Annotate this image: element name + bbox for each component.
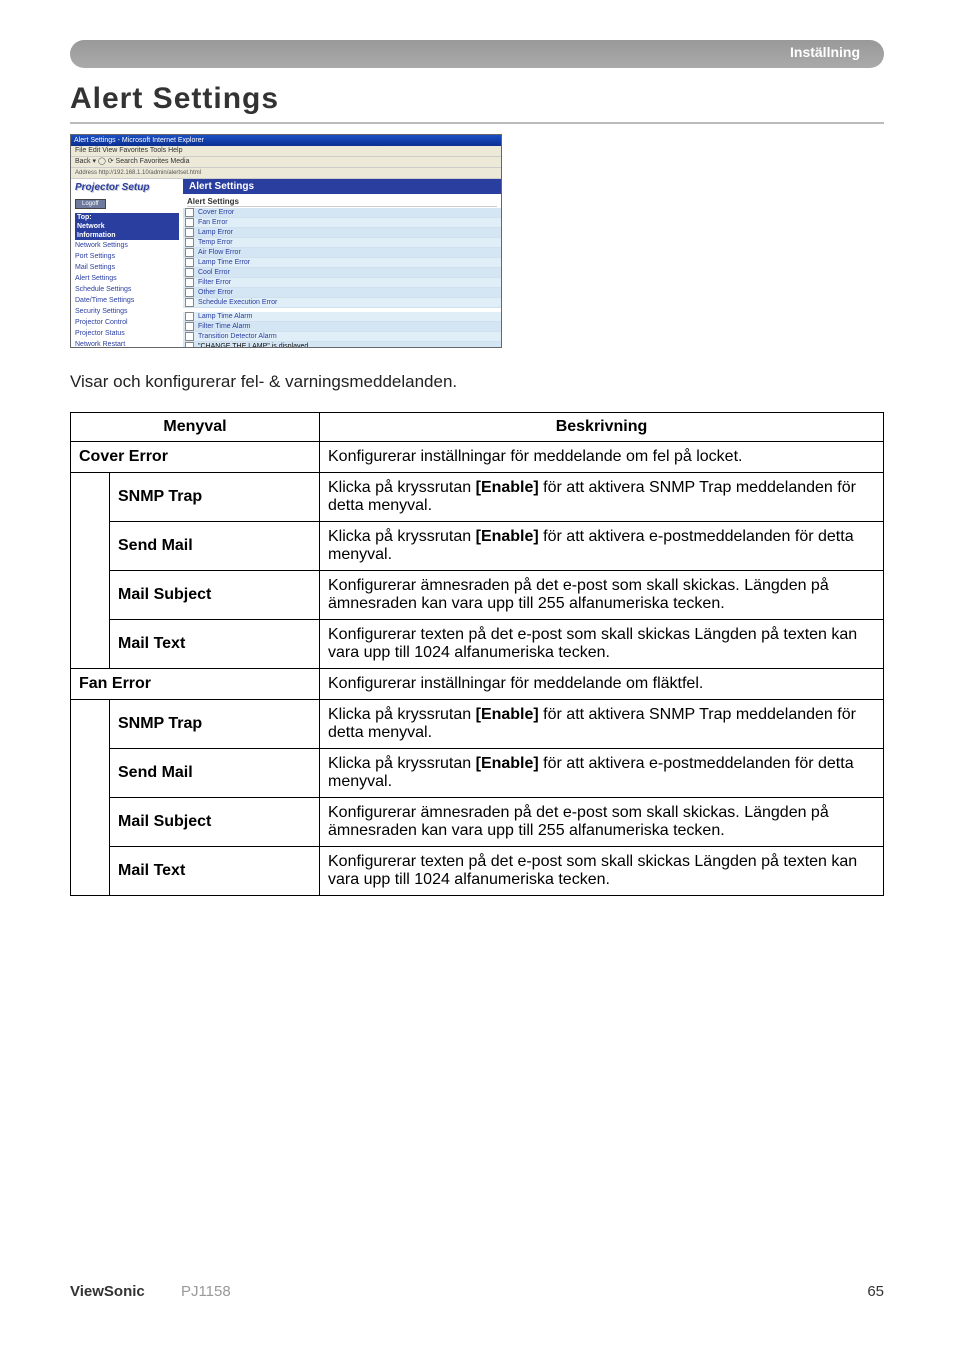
ss-nav-8: Projector Status [75, 328, 179, 339]
mail-subject-label: Mail Subject [110, 571, 320, 620]
mail-subject-desc: Konfigurerar ämnesraden på det e-post so… [320, 571, 884, 620]
footer-page: 65 [867, 1283, 884, 1300]
screenshot-thumbnail: Alert Settings - Microsoft Internet Expl… [70, 134, 502, 348]
ss-r: Schedule Execution Error [198, 299, 277, 306]
ss-r: Temp Error [198, 239, 233, 246]
mail-text-label: Mail Text [110, 620, 320, 669]
ss-r: Other Error [198, 289, 233, 296]
footer-brand: ViewSonic [70, 1283, 145, 1300]
fan-error-label: Fan Error [71, 669, 320, 700]
snmp-trap-label-2: SNMP Trap [110, 700, 320, 749]
mail-text-desc-2: Konfigurerar texten på det e-post som sk… [320, 847, 884, 896]
ss-setup-title: Projector Setup [75, 182, 179, 193]
ss-window-title: Alert Settings - Microsoft Internet Expl… [71, 135, 501, 146]
ss-logoff: Logoff [75, 199, 106, 209]
ss-nav-6: Security Settings [75, 306, 179, 317]
ss-r: Lamp Time Error [198, 259, 250, 266]
snmp-trap-label: SNMP Trap [110, 473, 320, 522]
intro-text: Visar och konfigurerar fel- & varningsme… [70, 372, 884, 392]
ss-nav-4: Schedule Settings [75, 284, 179, 295]
send-mail-label-2: Send Mail [110, 749, 320, 798]
ss-tab-info: Information [75, 231, 179, 240]
header-tag: Inställning [790, 44, 860, 60]
ss-r: Filter Time Alarm [198, 323, 251, 330]
mail-subject-desc-2: Konfigurerar ämnesraden på det e-post so… [320, 798, 884, 847]
ss-r: Filter Error [198, 279, 231, 286]
footer-model: PJ1158 [181, 1283, 231, 1300]
ss-r: Transition Detector Alarm [198, 333, 277, 340]
mail-subject-label-2: Mail Subject [110, 798, 320, 847]
ss-nav-2: Mail Settings [75, 262, 179, 273]
ss-nav-9: Network Restart [75, 339, 179, 348]
ss-address: Address http://192.168.1.10/admin/alerts… [71, 168, 501, 179]
fan-error-desc: Konfigurerar inställningar för meddeland… [320, 669, 884, 700]
settings-table: Menyval Beskrivning Cover Error Konfigur… [70, 412, 884, 896]
ss-nav-1: Port Settings [75, 251, 179, 262]
ss-r: Lamp Time Alarm [198, 313, 252, 320]
ss-r: Air Flow Error [198, 249, 241, 256]
col-desc: Beskrivning [320, 413, 884, 442]
snmp-trap-desc: Klicka på kryssrutan [Enable] för att ak… [320, 473, 884, 522]
ss-tab-net: Network [75, 222, 179, 231]
mail-text-label-2: Mail Text [110, 847, 320, 896]
ss-nav-3: Alert Settings [75, 273, 179, 284]
send-mail-desc: Klicka på kryssrutan [Enable] för att ak… [320, 522, 884, 571]
ss-r: Lamp Error [198, 229, 233, 236]
ss-nav-0: Network Settings [75, 240, 179, 251]
cover-error-label: Cover Error [71, 442, 320, 473]
snmp-trap-desc-2: Klicka på kryssrutan [Enable] för att ak… [320, 700, 884, 749]
send-mail-label: Send Mail [110, 522, 320, 571]
mail-text-desc: Konfigurerar texten på det e-post som sk… [320, 620, 884, 669]
ss-r: "CHANGE THE LAMP" is displayed [198, 343, 308, 348]
ss-section-title: Alert Settings [187, 197, 497, 207]
ss-toolbar: Back ▾ ◯ ⟳ Search Favorites Media [71, 157, 501, 168]
ss-r: Fan Error [198, 219, 228, 226]
ss-tab-top: Top: [75, 213, 179, 222]
ss-nav-5: Date/Time Settings [75, 295, 179, 306]
ss-menu: File Edit View Favorites Tools Help [71, 146, 501, 157]
ss-main-head: Alert Settings [183, 179, 501, 194]
page-title: Alert Settings [70, 82, 884, 116]
send-mail-desc-2: Klicka på kryssrutan [Enable] för att ak… [320, 749, 884, 798]
ss-r: Cool Error [198, 269, 230, 276]
ss-r: Cover Error [198, 209, 234, 216]
ss-nav-7: Projector Control [75, 317, 179, 328]
cover-error-desc: Konfigurerar inställningar för meddeland… [320, 442, 884, 473]
col-menu: Menyval [71, 413, 320, 442]
